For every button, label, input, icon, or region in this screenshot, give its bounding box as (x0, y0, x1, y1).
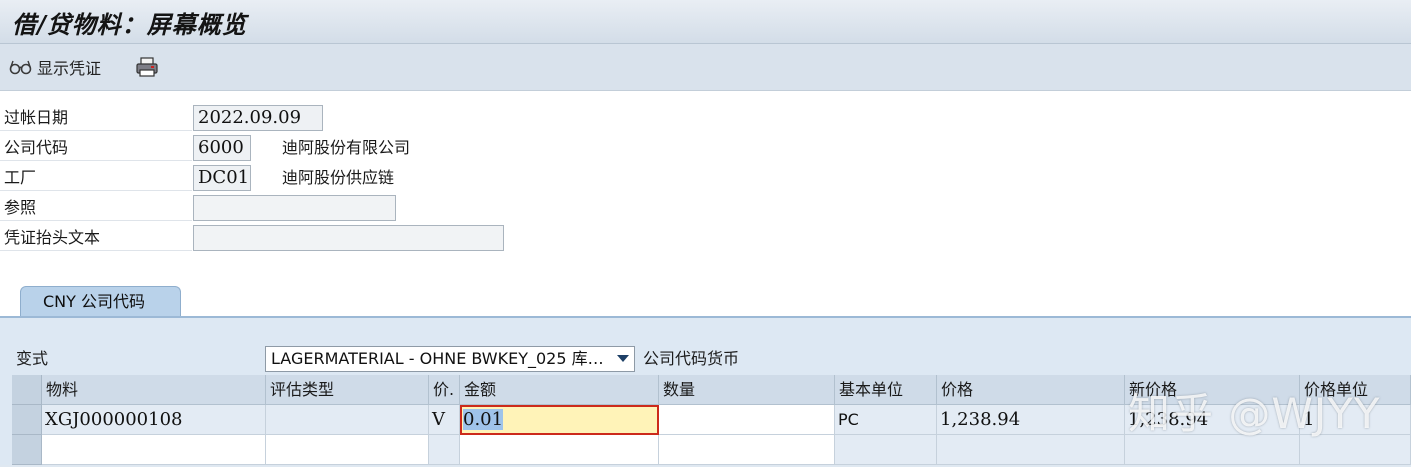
cell-price-empty (937, 435, 1125, 465)
printer-icon (134, 56, 160, 78)
column-header-base-unit[interactable]: 基本单位 (835, 375, 937, 405)
watermark-text: 知乎 @WJYY (1128, 389, 1381, 438)
cell-quantity-input[interactable] (659, 405, 835, 435)
company-code-field[interactable]: 6000 (193, 135, 251, 161)
cell-valuation-type-empty[interactable] (266, 435, 429, 465)
column-header-amount[interactable]: 金额 (460, 375, 659, 405)
variant-selected-value: LAGERMATERIAL - OHNE BWKEY_025 库… (271, 349, 604, 368)
tab-cny-company-code[interactable]: CNY 公司代码 (20, 286, 181, 317)
header-text-input[interactable] (193, 225, 504, 251)
column-header-quantity[interactable]: 数量 (659, 375, 835, 405)
reference-input[interactable] (193, 195, 396, 221)
cell-price: 1,238.94 (937, 405, 1125, 435)
company-code-row: 公司代码 6000 迪阿股份有限公司 (0, 133, 1411, 163)
cell-quantity-empty[interactable] (659, 435, 835, 465)
posting-date-field[interactable]: 2022.09.09 (193, 105, 323, 131)
header-text-row: 凭证抬头文本 (0, 223, 1411, 253)
variant-dropdown[interactable]: LAGERMATERIAL - OHNE BWKEY_025 库… (265, 346, 635, 372)
row-selector[interactable] (12, 405, 42, 435)
show-document-button[interactable]: 显示凭证 (8, 55, 101, 79)
posting-date-label: 过帐日期 (0, 105, 192, 131)
cell-material-empty[interactable] (42, 435, 266, 465)
cell-base-unit: PC (835, 405, 937, 435)
cell-amount-empty[interactable] (460, 435, 659, 465)
company-currency-label: 公司代码货币 (643, 349, 740, 368)
reference-row: 参照 (0, 193, 1411, 223)
window-title: 借/贷物料：屏幕概览 (12, 10, 247, 39)
variant-label: 变式 (16, 349, 49, 368)
cell-valuation-type (266, 405, 429, 435)
column-header-price-control[interactable]: 价. (429, 375, 460, 405)
amount-value: 0.01 (463, 409, 504, 430)
cell-price-control: V (429, 405, 460, 435)
plant-row: 工厂 DC01 迪阿股份供应链 (0, 163, 1411, 193)
plant-label: 工厂 (0, 165, 192, 191)
row-selector[interactable] (12, 435, 42, 465)
dropdown-arrow-icon[interactable] (617, 355, 629, 362)
title-bar: 借/贷物料：屏幕概览 (0, 0, 1411, 44)
glasses-icon (8, 58, 34, 76)
posting-date-row: 过帐日期 2022.09.09 (0, 103, 1411, 133)
header-text-label: 凭证抬头文本 (0, 225, 192, 251)
select-all-cell[interactable] (12, 375, 42, 405)
plant-description: 迪阿股份供应链 (282, 168, 395, 187)
company-code-description: 迪阿股份有限公司 (282, 138, 411, 157)
print-button[interactable] (134, 55, 160, 79)
reference-label: 参照 (0, 195, 192, 221)
column-header-price[interactable]: 价格 (937, 375, 1125, 405)
header-form: 过帐日期 2022.09.09 公司代码 6000 迪阿股份有限公司 工厂 DC… (0, 91, 1411, 261)
cell-material: XGJ000000108 (42, 405, 266, 435)
application-toolbar: 显示凭证 (0, 44, 1411, 91)
cell-base-unit-empty (835, 435, 937, 465)
company-code-label: 公司代码 (0, 135, 192, 161)
column-header-material[interactable]: 物料 (42, 375, 266, 405)
plant-field[interactable]: DC01 (193, 165, 251, 191)
column-header-valuation-type[interactable]: 评估类型 (266, 375, 429, 405)
cell-amount-input[interactable]: 0.01 (460, 405, 659, 435)
show-document-label: 显示凭证 (37, 59, 102, 78)
tab-strip: CNY 公司代码 (0, 261, 1411, 317)
cell-price-control-empty (429, 435, 460, 465)
